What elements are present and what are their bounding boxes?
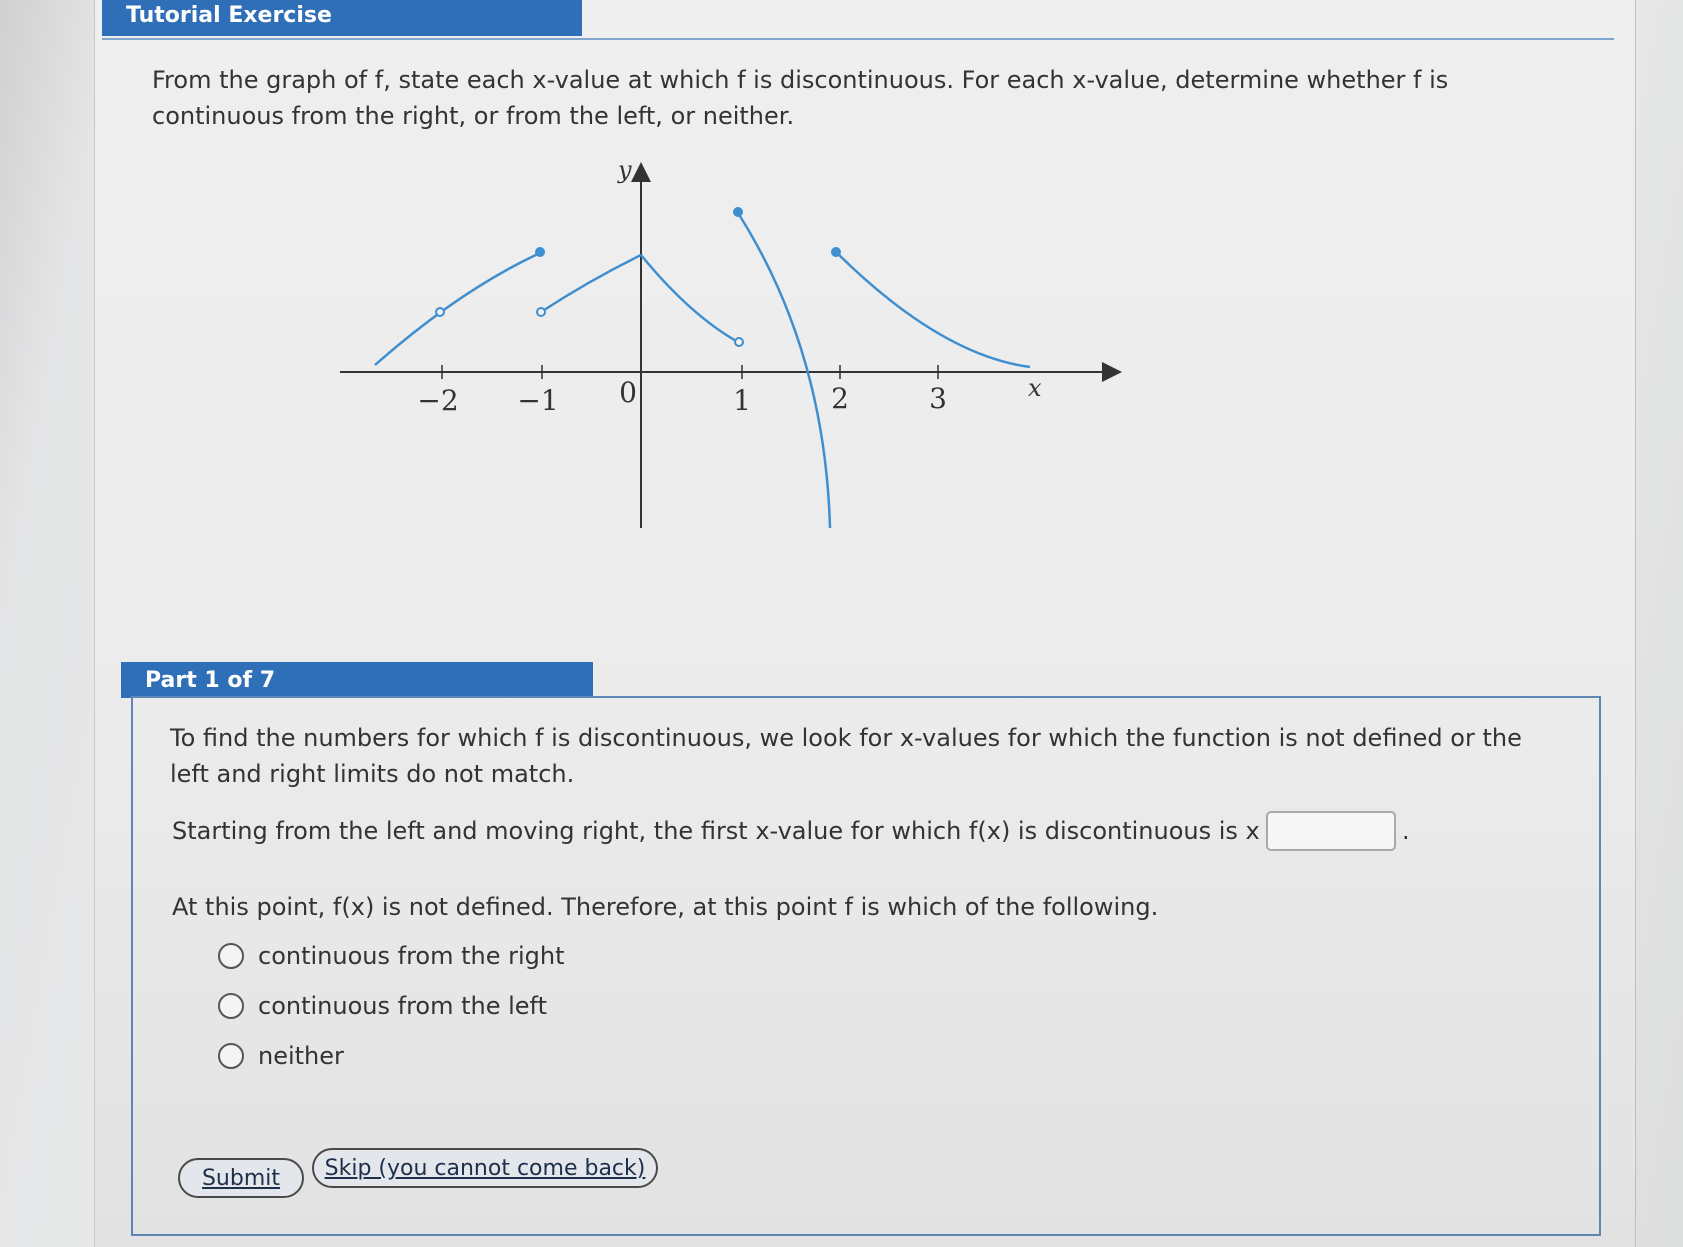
x-tick-label: 2 [831, 382, 849, 415]
open-endpoint [435, 307, 445, 317]
submit-button[interactable]: Submit [178, 1158, 304, 1198]
radio-button[interactable] [218, 1043, 244, 1069]
exercise-title: Tutorial Exercise [102, 0, 582, 36]
question-suffix: . [1402, 817, 1410, 845]
part-label: Part 1 of 7 [121, 662, 593, 698]
option-continuous-right[interactable]: continuous from the right [218, 942, 565, 970]
curve-segment-middle [540, 253, 642, 314]
question-text: Starting from the left and moving right,… [172, 817, 1288, 845]
option-label: continuous from the left [258, 992, 547, 1020]
answer-input[interactable] [1266, 811, 1396, 851]
title-divider [102, 38, 1614, 40]
prompt-text: From the graph of f, state each x-value … [152, 66, 1449, 130]
function-graph: −2 −1 0 1 2 3 y x [330, 156, 1130, 580]
open-endpoint [734, 337, 744, 347]
closed-endpoint [535, 247, 545, 257]
x-tick-label: −2 [417, 384, 458, 417]
x-tick-label: 1 [733, 384, 751, 417]
part-intro: To find the numbers for which f is disco… [170, 724, 1522, 788]
closed-endpoint [733, 207, 743, 217]
option-continuous-left[interactable]: continuous from the left [218, 992, 547, 1020]
skip-button[interactable]: Skip (you cannot come back) [312, 1148, 658, 1188]
radio-button[interactable] [218, 993, 244, 1019]
option-label: neither [258, 1042, 344, 1070]
option-label: continuous from the right [258, 942, 565, 970]
curve-segment-left [374, 251, 541, 366]
open-endpoint [536, 307, 546, 317]
radio-button[interactable] [218, 943, 244, 969]
option-neither[interactable]: neither [218, 1042, 344, 1070]
y-axis-label: y [617, 160, 632, 184]
x-tick-label: 0 [619, 376, 637, 409]
followup-text: At this point, f(x) is not defined. Ther… [172, 893, 1159, 921]
x-tick-label: −1 [517, 384, 558, 417]
curve-segment-decay [640, 254, 739, 344]
curve-segment-right [835, 251, 1031, 369]
x-axis-label: x [1028, 374, 1042, 402]
curve-segment-asymptote [736, 212, 832, 529]
graph-svg: −2 −1 0 1 2 3 y x [340, 156, 1122, 529]
x-tick-label: 3 [929, 382, 947, 415]
closed-endpoint [831, 247, 841, 257]
